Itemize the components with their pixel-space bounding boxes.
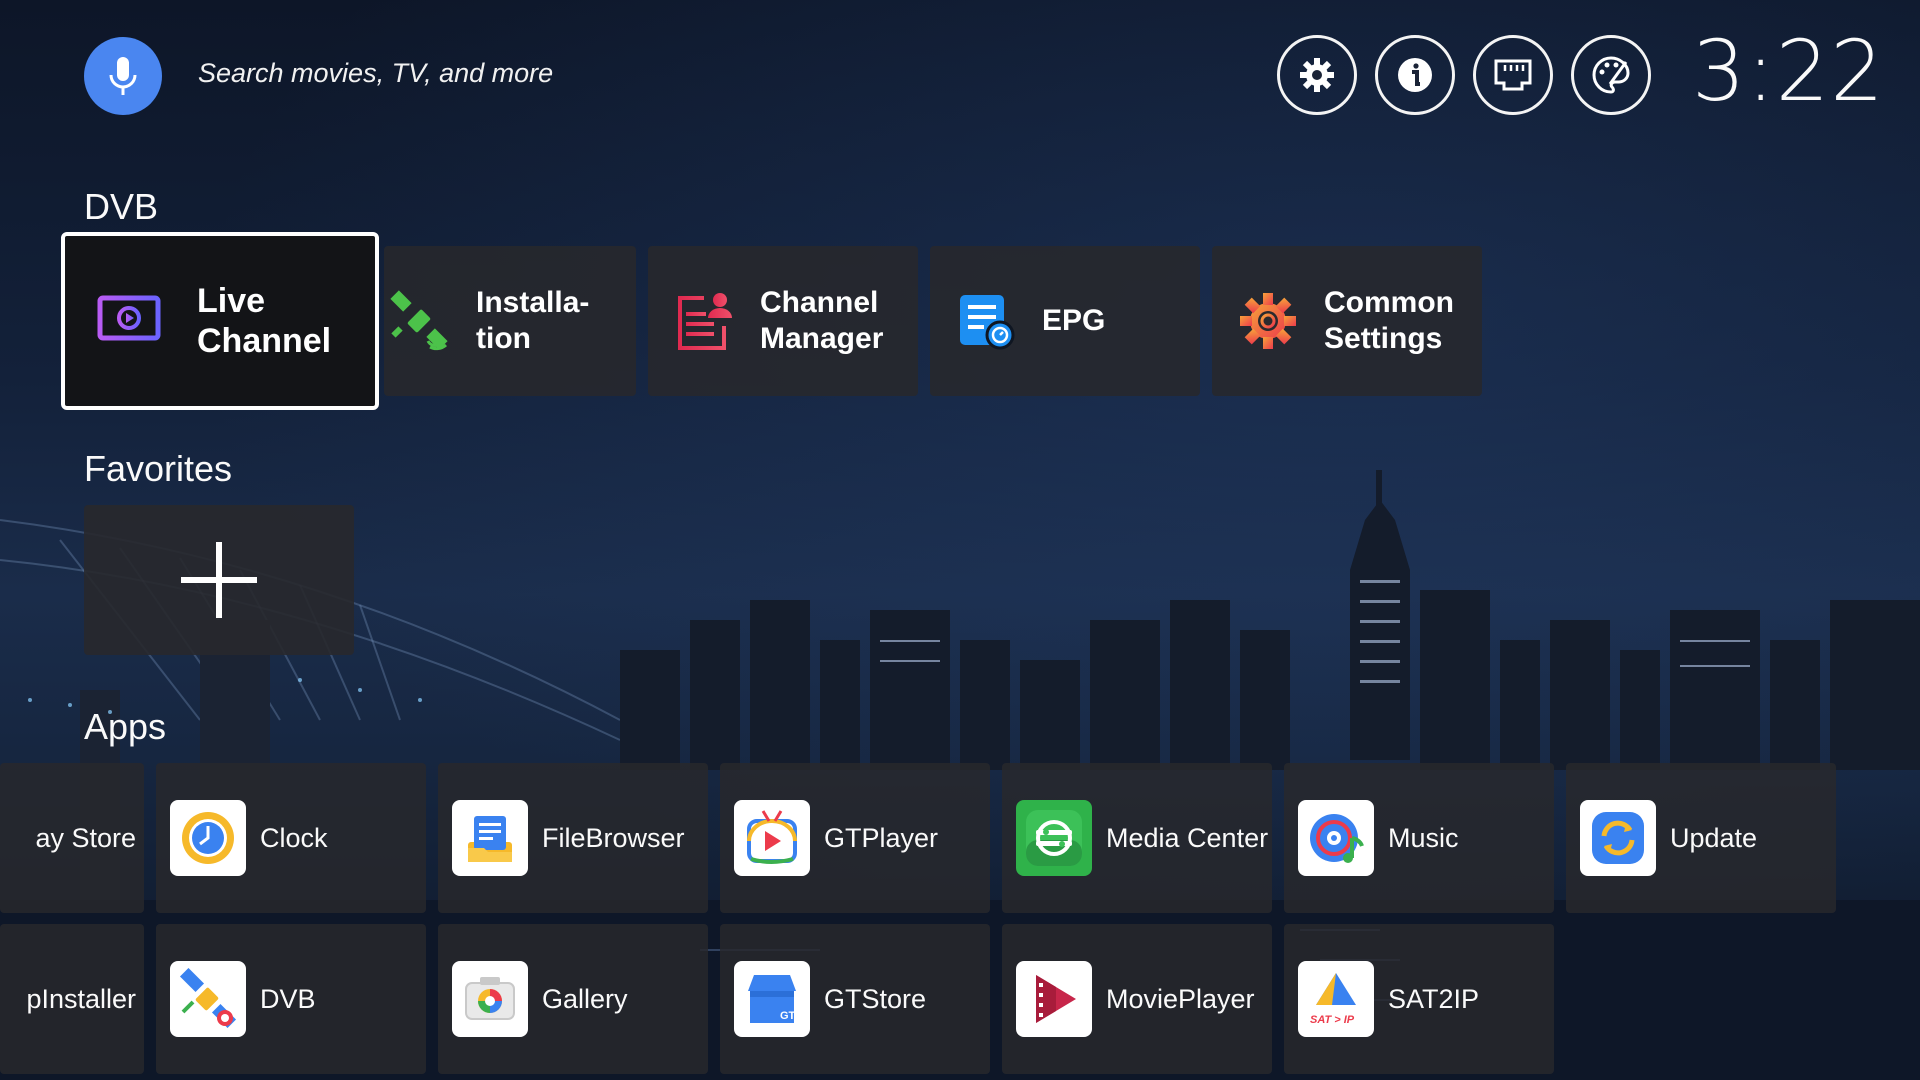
music-icon <box>1298 800 1374 876</box>
app-label: Update <box>1670 822 1758 853</box>
settings-gear-icon <box>1236 289 1300 353</box>
media-center-icon <box>1016 800 1092 876</box>
app-label: Gallery <box>542 983 628 1014</box>
channel-manager-icon <box>672 289 736 353</box>
microphone-icon <box>109 57 137 95</box>
app-label: DVB <box>260 983 316 1014</box>
app-tile-media-center[interactable]: Media Center <box>1002 763 1272 913</box>
section-title-favorites: Favorites <box>84 448 233 489</box>
dvb-card-channel-manager[interactable]: Channel Manager <box>648 246 918 396</box>
app-tile-sat2ip[interactable]: SAT > IP SAT2IP <box>1284 924 1554 1074</box>
app-tile-filebrowser[interactable]: FileBrowser <box>438 763 708 913</box>
app-label: MoviePlayer <box>1106 983 1255 1014</box>
dvb-card-common-settings[interactable]: Common Settings <box>1212 246 1482 396</box>
app-tile-update[interactable]: Update <box>1566 763 1836 913</box>
satellite-icon <box>388 289 452 353</box>
settings-button[interactable] <box>1277 35 1357 115</box>
gtstore-icon: GT <box>734 961 810 1037</box>
app-label: GTPlayer <box>824 822 939 853</box>
search-placeholder[interactable]: Search movies, TV, and more <box>198 58 553 89</box>
live-channel-icon <box>93 285 165 357</box>
section-title-apps: Apps <box>84 706 167 747</box>
dvb-satellite-icon <box>170 961 246 1037</box>
dvb-card-installation[interactable]: Installa- tion <box>384 246 636 396</box>
app-label: SAT2IP <box>1388 983 1480 1014</box>
app-tile-dvb[interactable]: DVB <box>156 924 426 1074</box>
app-label: Media Center <box>1106 822 1269 853</box>
gallery-icon <box>452 961 528 1037</box>
add-favorite-button[interactable] <box>84 505 354 655</box>
sat2ip-icon: SAT > IP <box>1298 961 1374 1037</box>
app-tile-clock[interactable]: Clock <box>156 763 426 913</box>
app-tile-app-installer[interactable]: pInstaller <box>0 924 144 1074</box>
sat2ip-logo-text: SAT > IP <box>1310 1014 1355 1026</box>
dvb-card-label: Common Settings <box>1324 286 1454 355</box>
file-browser-icon <box>452 800 528 876</box>
app-tile-music[interactable]: Music <box>1284 763 1554 913</box>
app-label: Music <box>1388 822 1459 853</box>
app-label: pInstaller <box>26 983 136 1014</box>
gear-icon <box>1300 58 1334 92</box>
theme-button[interactable] <box>1571 35 1651 115</box>
info-button[interactable] <box>1375 35 1455 115</box>
plus-icon <box>181 542 257 618</box>
app-tile-gallery[interactable]: Gallery <box>438 924 708 1074</box>
clock-time: 3:22 <box>1692 22 1885 120</box>
dvb-card-epg[interactable]: EPG <box>930 246 1200 396</box>
app-label: ay Store <box>35 822 136 853</box>
epg-icon <box>954 289 1018 353</box>
app-label: GTStore <box>824 983 927 1014</box>
network-button[interactable] <box>1473 35 1553 115</box>
dvb-card-label: Installa- tion <box>476 286 590 355</box>
voice-search-button[interactable] <box>84 37 162 115</box>
palette-icon <box>1592 56 1630 94</box>
app-tile-gtplayer[interactable]: GTPlayer <box>720 763 990 913</box>
section-title-dvb: DVB <box>84 186 159 227</box>
app-tile-movieplayer[interactable]: MoviePlayer <box>1002 924 1272 1074</box>
dvb-card-live-channel[interactable]: Live Channel <box>61 232 379 410</box>
dvb-card-label: Channel Manager <box>760 286 884 355</box>
clock-icon <box>170 800 246 876</box>
movie-player-icon <box>1016 961 1092 1037</box>
app-label: FileBrowser <box>542 822 685 853</box>
info-icon <box>1398 58 1432 92</box>
app-label: Clock <box>260 822 328 853</box>
gtstore-logo-text: GT <box>780 1010 796 1022</box>
update-icon <box>1580 800 1656 876</box>
dvb-card-label: EPG <box>1042 304 1106 337</box>
dvb-card-label: Live Channel <box>197 282 332 360</box>
app-tile-play-store[interactable]: ay Store <box>0 763 144 913</box>
app-tile-gtstore[interactable]: GT GTStore <box>720 924 990 1074</box>
ethernet-icon <box>1494 59 1532 91</box>
gtplayer-icon <box>734 800 810 876</box>
